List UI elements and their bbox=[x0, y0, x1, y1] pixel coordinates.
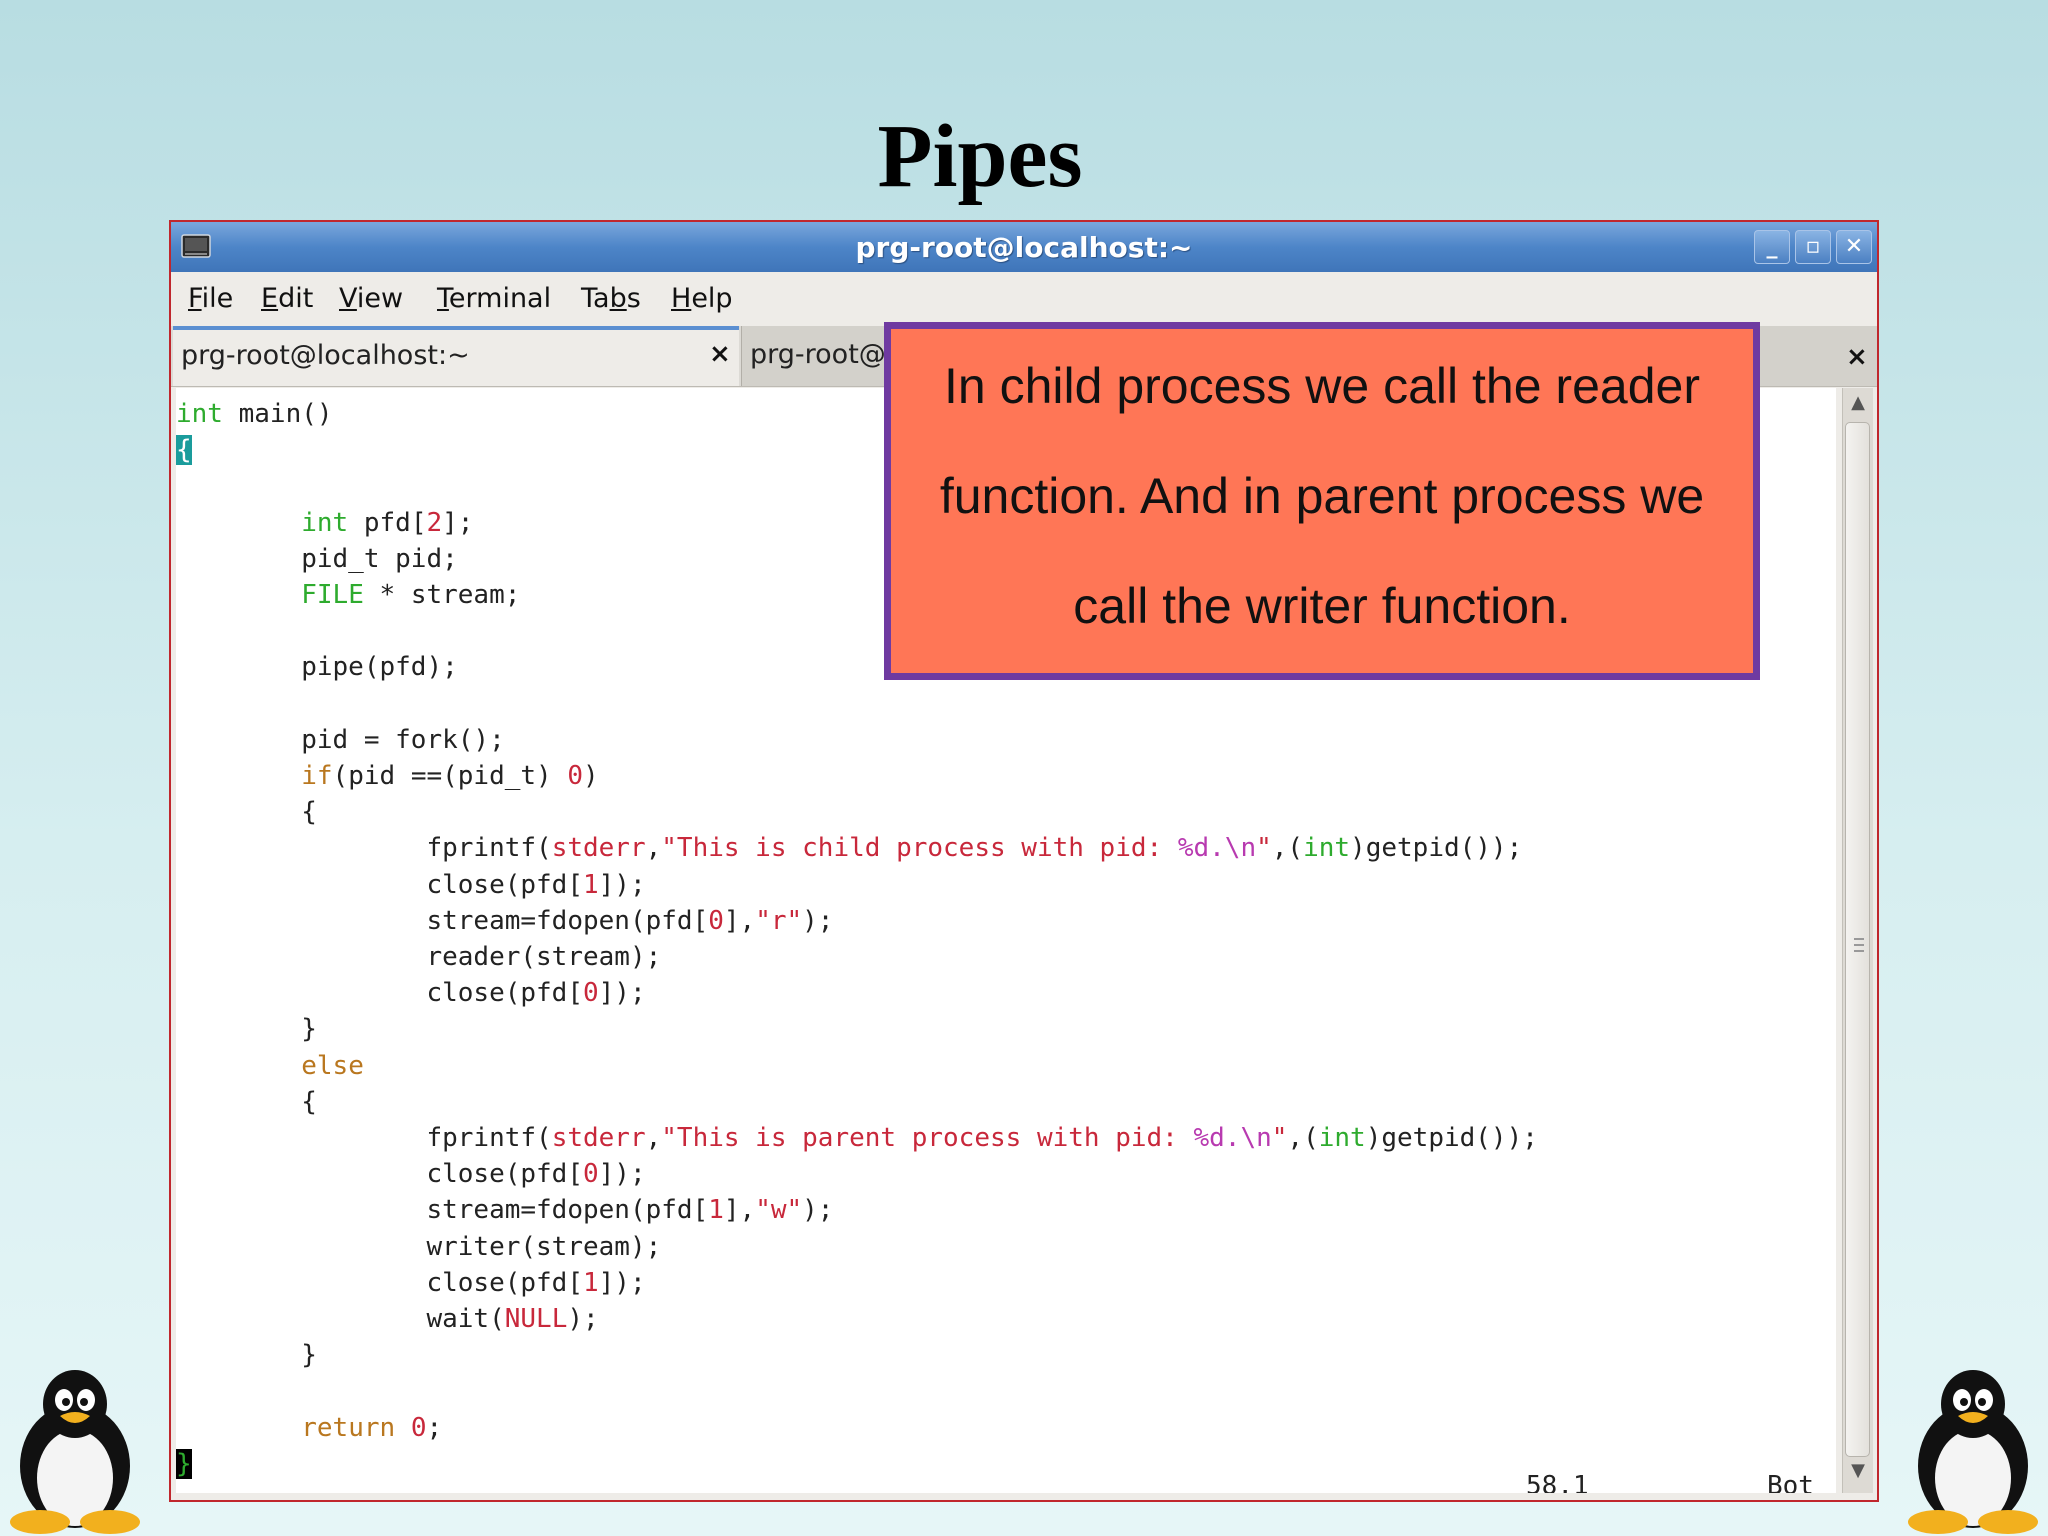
menu-tabs-prefix: Ta bbox=[581, 283, 610, 314]
maximize-icon: ▫ bbox=[1805, 234, 1821, 259]
callout-line-2: function. And in parent process we bbox=[939, 468, 1705, 524]
minimize-button[interactable]: _ bbox=[1754, 230, 1790, 264]
scroll-thumb[interactable] bbox=[1845, 422, 1870, 1457]
menu-tabs-mnemonic: b bbox=[609, 283, 627, 314]
tux-penguin-icon bbox=[10, 1370, 140, 1534]
menu-edit[interactable]: Edit bbox=[261, 283, 313, 314]
menu-tabs[interactable]: Tabs bbox=[581, 283, 641, 314]
callout-line-1: In child process we call the reader bbox=[944, 358, 1700, 414]
menu-terminal-label: erminal bbox=[448, 283, 552, 314]
tab-1-close-icon[interactable]: × bbox=[709, 328, 731, 380]
slide-title: Pipes bbox=[877, 107, 1083, 206]
close-button[interactable]: ✕ bbox=[1836, 230, 1872, 264]
menu-file-mnemonic: F bbox=[188, 283, 202, 314]
menu-help[interactable]: Help bbox=[671, 283, 733, 314]
menu-view-label: iew bbox=[356, 283, 404, 314]
scroll-up-icon[interactable]: ▲ bbox=[1846, 392, 1870, 418]
menu-view-mnemonic: V bbox=[339, 283, 357, 314]
menu-terminal[interactable]: Terminal bbox=[437, 283, 551, 314]
tab-2-close-icon[interactable]: × bbox=[1846, 328, 1868, 386]
annotation-callout: In child process we call the reader func… bbox=[884, 322, 1760, 680]
close-icon: ✕ bbox=[1844, 234, 1864, 259]
menu-help-label: elp bbox=[691, 283, 733, 314]
menu-bar: File Edit View Terminal Tabs Help bbox=[171, 272, 1877, 322]
menu-view[interactable]: View bbox=[339, 283, 403, 314]
menu-terminal-mnemonic: T bbox=[437, 283, 449, 314]
tab-2-label: prg-root@ bbox=[750, 339, 886, 370]
tab-1-label: prg-root@localhost:~ bbox=[181, 340, 470, 371]
maximize-button[interactable]: ▫ bbox=[1795, 230, 1831, 264]
menu-help-mnemonic: H bbox=[671, 283, 692, 314]
menu-edit-label: dit bbox=[278, 283, 314, 314]
window-titlebar[interactable]: prg-root@localhost:~ _ ▫ ✕ bbox=[171, 222, 1877, 272]
grip-icon bbox=[1854, 938, 1864, 952]
vertical-scrollbar[interactable]: ▲ ▼ bbox=[1842, 388, 1873, 1493]
minimize-icon: _ bbox=[1766, 234, 1778, 259]
tab-1[interactable]: prg-root@localhost:~ × bbox=[173, 326, 739, 386]
window-title: prg-root@localhost:~ bbox=[855, 231, 1193, 264]
cursor-position: 58,1 bbox=[1526, 1471, 1589, 1493]
menu-file[interactable]: File bbox=[188, 283, 233, 314]
menu-tabs-label: s bbox=[626, 283, 641, 314]
menu-file-label: ile bbox=[201, 283, 234, 314]
scroll-status: Bot bbox=[1767, 1471, 1814, 1493]
scroll-down-icon[interactable]: ▼ bbox=[1846, 1460, 1870, 1486]
callout-line-3: call the writer function. bbox=[1073, 578, 1571, 634]
menu-edit-mnemonic: E bbox=[261, 283, 279, 314]
tux-penguin-icon bbox=[1908, 1370, 2038, 1534]
